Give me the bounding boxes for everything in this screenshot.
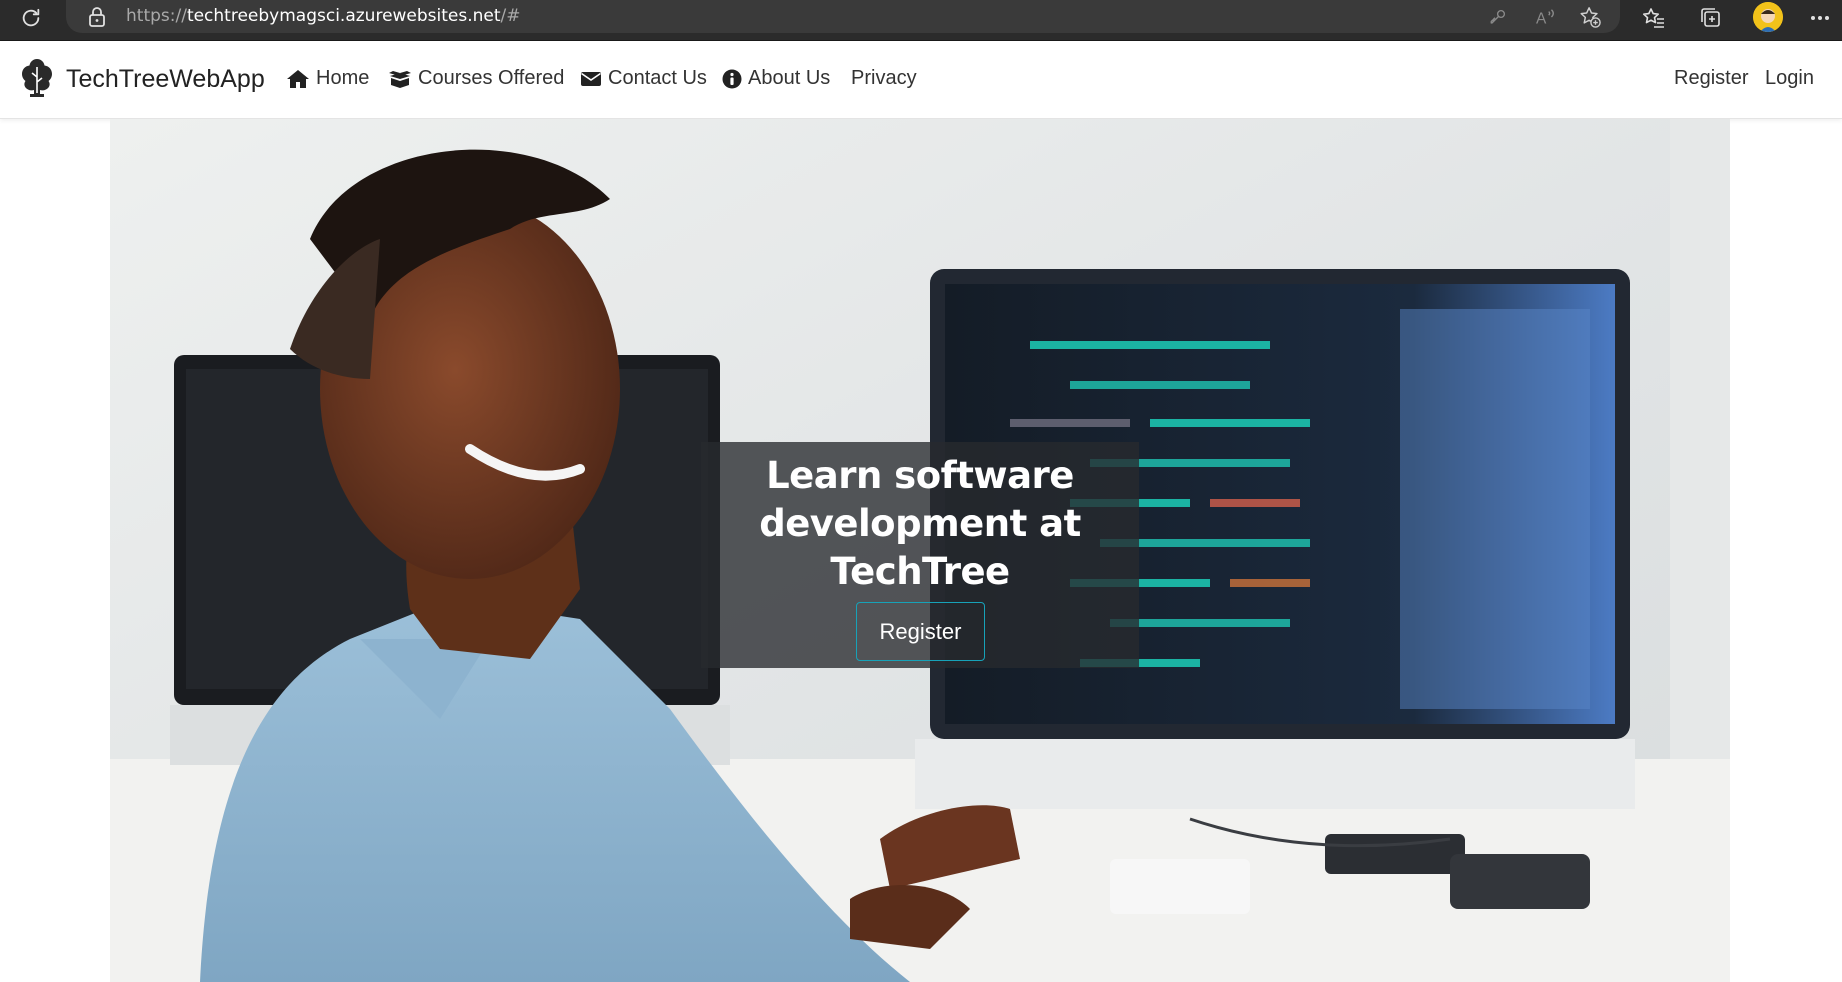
address-bar[interactable]: https://techtreebymagsci.azurewebsites.n…: [66, 0, 1620, 33]
url-host: techtreebymagsci.azurewebsites.net: [186, 6, 501, 26]
nav-courses-label: Courses Offered: [418, 67, 565, 89]
nav-register[interactable]: Register: [1674, 67, 1748, 90]
nav-contact-us[interactable]: Contact Us: [580, 67, 707, 90]
favorites-icon[interactable]: [1640, 4, 1668, 32]
add-favorite-icon[interactable]: [1578, 5, 1602, 29]
box-open-icon: [389, 70, 411, 88]
tree-logo-icon: [22, 59, 52, 97]
brand-name: TechTreeWebApp: [66, 64, 265, 93]
url-path: /#: [500, 6, 521, 26]
info-circle-icon: [722, 69, 742, 88]
key-icon[interactable]: [1486, 5, 1510, 29]
nav-contact-label: Contact Us: [608, 67, 707, 89]
brand-link[interactable]: TechTreeWebApp: [18, 57, 265, 101]
nav-about-us[interactable]: About Us: [722, 67, 830, 90]
envelope-icon: [581, 71, 601, 86]
site-navbar: TechTreeWebApp Home Courses Offered Cont…: [0, 41, 1842, 119]
hero-title: Learn software development at TechTree: [701, 452, 1139, 596]
svg-text:A: A: [1536, 10, 1547, 27]
nav-login[interactable]: Login: [1765, 67, 1814, 90]
nav-about-label: About Us: [748, 67, 831, 89]
read-aloud-icon[interactable]: A: [1534, 5, 1558, 29]
collections-icon[interactable]: [1697, 4, 1725, 32]
nav-privacy-label: Privacy: [851, 67, 917, 89]
nav-home[interactable]: Home: [286, 67, 369, 90]
hero-section: Learn software development at TechTree R…: [110, 119, 1730, 982]
nav-courses-offered[interactable]: Courses Offered: [388, 67, 564, 90]
nav-privacy[interactable]: Privacy: [851, 67, 917, 90]
nav-home-label: Home: [316, 67, 370, 89]
url-text[interactable]: https://techtreebymagsci.azurewebsites.n…: [126, 6, 521, 26]
hero-title-line-1: Learn software: [766, 454, 1074, 497]
profile-avatar[interactable]: [1753, 2, 1783, 32]
reload-icon[interactable]: [18, 5, 44, 31]
lock-icon[interactable]: [88, 7, 106, 27]
home-icon: [287, 69, 309, 88]
hero-title-line-3: TechTree: [830, 550, 1010, 593]
hero-register-button[interactable]: Register: [856, 602, 985, 661]
url-protocol: https://: [126, 6, 187, 26]
more-options-icon[interactable]: [1806, 4, 1834, 32]
hero-title-line-2: development at: [759, 502, 1081, 545]
hero-caption-card: Learn software development at TechTree R…: [701, 442, 1139, 668]
browser-toolbar: https://techtreebymagsci.azurewebsites.n…: [0, 0, 1842, 40]
